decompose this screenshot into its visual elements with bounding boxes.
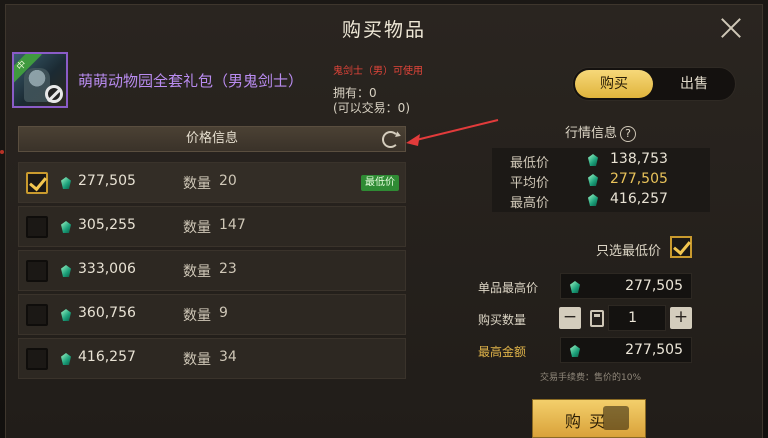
row-qty: 20: [219, 173, 237, 189]
price-row[interactable]: 416,257 数量 34: [18, 338, 406, 379]
background-marker: [0, 150, 4, 154]
fee-note: 交易手续费：售价的10%: [540, 373, 642, 383]
owned-count: 拥有：0: [333, 86, 377, 100]
row-qty: 147: [219, 217, 246, 233]
dialog-title: 购买物品: [341, 18, 426, 41]
market-title: 行情信息?: [565, 122, 637, 142]
gem-icon: [588, 174, 598, 186]
calculator-icon[interactable]: [590, 310, 604, 327]
unit-max-value: 277,505: [625, 278, 683, 294]
row-price: 360,756: [78, 305, 136, 321]
market-value: 277,505: [610, 171, 668, 187]
row-qty-label: 数量: [183, 220, 211, 236]
price-row[interactable]: 277,505 数量 20 最低价: [18, 162, 406, 203]
row-checkbox[interactable]: [26, 304, 48, 326]
row-qty-label: 数量: [183, 308, 211, 324]
market-info: 行情信息? 最低价 138,753 平均价 277,505 最高价 416,25…: [468, 118, 728, 216]
total-label: 最高金额: [478, 345, 527, 359]
qty-label: 购买数量: [478, 313, 527, 327]
qty-value: 1: [628, 310, 637, 326]
price-info-title: 价格信息: [185, 131, 238, 146]
total-value: 277,505: [625, 342, 683, 358]
row-price: 416,257: [78, 349, 136, 365]
price-row[interactable]: 305,255 数量 147: [18, 206, 406, 247]
row-checkbox[interactable]: [26, 348, 48, 370]
tab-buy[interactable]: 购买: [575, 70, 653, 98]
help-icon[interactable]: ?: [620, 126, 637, 142]
refresh-icon[interactable]: [382, 131, 399, 148]
gem-icon: [61, 265, 71, 277]
lowest-only-label: 只选最低价: [596, 244, 662, 259]
gem-icon: [570, 345, 580, 357]
row-qty: 9: [219, 305, 228, 321]
row-price: 277,505: [78, 173, 136, 189]
market-label: 平均价: [510, 176, 550, 191]
market-label: 最低价: [510, 156, 550, 171]
row-checkbox[interactable]: [26, 260, 48, 282]
market-title-label: 行情信息: [565, 126, 618, 141]
price-row[interactable]: 360,756 数量 9: [18, 294, 406, 335]
price-list-panel: 价格信息 277,505 数量 20 最低价 305,255 数量 147 33…: [16, 124, 408, 382]
price-row[interactable]: 333,006 数量 23: [18, 250, 406, 291]
qty-input[interactable]: 1: [608, 305, 666, 331]
untradable-icon: [45, 85, 63, 103]
market-label: 最高价: [510, 196, 550, 211]
total-field: 277,505: [560, 337, 692, 363]
row-qty-label: 数量: [183, 264, 211, 280]
row-price: 305,255: [78, 217, 136, 233]
lowest-price-badge: 最低价: [361, 175, 399, 191]
gem-icon: [61, 177, 71, 189]
gem-icon: [588, 194, 598, 206]
gem-icon: [61, 309, 71, 321]
tab-sell[interactable]: 出售: [655, 70, 733, 98]
market-row-average: 平均价 277,505: [492, 170, 710, 191]
row-qty-label: 数量: [183, 176, 211, 192]
market-row-lowest: 最低价 138,753: [492, 150, 710, 171]
buy-sell-toggle: 购买 出售: [572, 67, 736, 101]
gem-icon: [570, 281, 580, 293]
qty-plus-button[interactable]: +: [670, 307, 692, 329]
cursor-overlay: [603, 406, 629, 430]
market-stats: 最低价 138,753 平均价 277,505 最高价 416,257: [492, 148, 710, 212]
market-value: 416,257: [610, 191, 668, 207]
class-restriction: 鬼剑士（男）可使用: [333, 66, 423, 77]
tradable-count: (可以交易：0): [333, 101, 410, 115]
row-checkbox[interactable]: [26, 216, 48, 238]
gem-icon: [61, 353, 71, 365]
qty-minus-button[interactable]: −: [559, 307, 581, 329]
unit-max-field[interactable]: 277,505: [560, 273, 692, 299]
row-qty: 23: [219, 261, 237, 277]
row-checkbox[interactable]: [26, 172, 48, 194]
row-qty: 34: [219, 349, 237, 365]
price-info-header: 价格信息: [18, 126, 406, 152]
unit-max-label: 单品最高价: [478, 281, 539, 295]
dialog-titlebar: 购买物品: [6, 5, 762, 51]
owned-info: 拥有：0 (可以交易：0): [333, 86, 410, 116]
close-icon[interactable]: [718, 15, 744, 41]
market-value: 138,753: [610, 151, 668, 167]
item-icon[interactable]: 中: [12, 52, 68, 108]
item-name: 萌萌动物园全套礼包（男鬼剑士）: [78, 72, 304, 90]
gem-icon: [61, 221, 71, 233]
row-qty-label: 数量: [183, 352, 211, 368]
price-rows: 277,505 数量 20 最低价 305,255 数量 147 333,006…: [18, 162, 406, 382]
buy-button[interactable]: 购买: [532, 399, 646, 438]
gem-icon: [588, 154, 598, 166]
lowest-only-checkbox[interactable]: [670, 236, 692, 258]
market-row-highest: 最高价 416,257: [492, 190, 710, 211]
row-price: 333,006: [78, 261, 136, 277]
